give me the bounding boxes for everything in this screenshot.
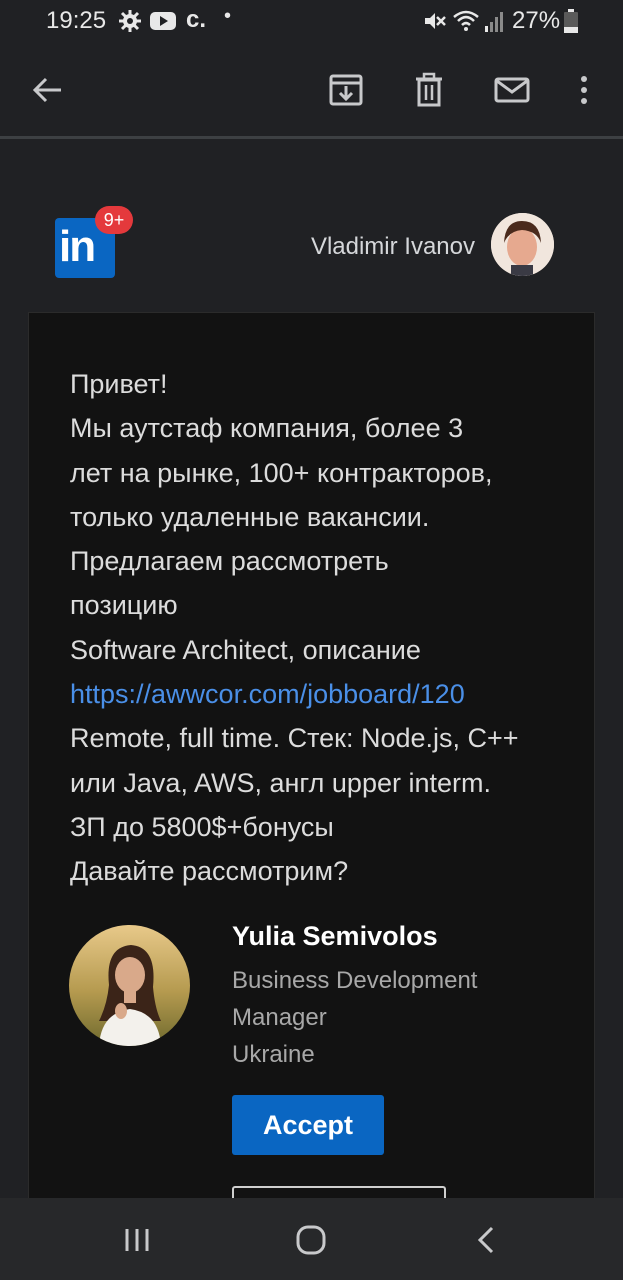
message-line: Привет! <box>70 369 168 399</box>
message-line: Предлагаем рассмотреть <box>70 546 389 577</box>
battery-icon <box>564 9 578 33</box>
message-line: или Java, AWS, англ upper interm. <box>70 767 491 798</box>
sender-title: Business Development Manager <box>232 967 478 1031</box>
message-line: только удаленные вакансии. <box>70 501 430 532</box>
notification-badge: 9+ <box>95 206 133 234</box>
signal-icon <box>485 12 503 32</box>
battery-percent: 27% <box>512 7 561 34</box>
toolbar-divider <box>0 136 623 139</box>
linkedin-logo-text: in <box>59 222 96 271</box>
message-line: Мы аутстаф компания, более 3 <box>70 413 464 444</box>
message-line: Remote, full time. Стек: Node.js, C++ <box>70 723 519 754</box>
carrier-icon: c. <box>186 6 207 33</box>
system-nav-bar <box>0 1198 623 1280</box>
notification-dot-icon: • <box>224 5 232 27</box>
message-body: Привет! Мы аутстаф компания, более 3 лет… <box>70 362 570 894</box>
recipient-avatar[interactable] <box>491 213 554 276</box>
wifi-icon <box>453 10 479 31</box>
accept-button[interactable]: Accept <box>232 1095 384 1155</box>
recipient-avatar-image <box>491 213 554 276</box>
gear-icon <box>119 10 141 32</box>
sender-avatar[interactable] <box>69 925 190 1046</box>
sender-name[interactable]: Yulia Semivolos <box>232 921 438 952</box>
recipient-name: Vladimir Ivanov <box>310 233 475 260</box>
job-link[interactable]: https://awwcor.com/jobboard/120 <box>70 672 570 716</box>
archive-icon[interactable] <box>328 72 364 108</box>
trash-icon[interactable] <box>411 72 447 108</box>
status-time: 19:25 <box>46 7 107 34</box>
message-line: позицию <box>70 590 178 621</box>
recents-icon[interactable] <box>119 1222 155 1258</box>
email-screen: 19:25 c. • 27% in 9+ Vladimir Ivanov При… <box>0 0 623 1280</box>
more-vert-icon[interactable] <box>566 72 602 108</box>
message-line: лет на рынке, 100+ контракторов, <box>70 457 493 488</box>
email-toolbar <box>0 46 623 136</box>
home-icon[interactable] <box>293 1222 329 1258</box>
message-line: ЗП до 5800$+бонусы <box>70 811 334 842</box>
message-line: Software Architect, описание <box>70 634 421 665</box>
youtube-icon <box>150 12 176 30</box>
mute-icon <box>425 13 446 29</box>
sender-location: Ukraine <box>232 1041 315 1068</box>
status-bar: 19:25 c. • 27% <box>0 0 623 46</box>
mail-icon[interactable] <box>494 72 530 108</box>
back-arrow-icon[interactable] <box>30 72 66 108</box>
message-line: Давайте рассмотрим? <box>70 856 349 887</box>
sender-avatar-image <box>69 925 190 1046</box>
back-icon[interactable] <box>468 1222 504 1258</box>
